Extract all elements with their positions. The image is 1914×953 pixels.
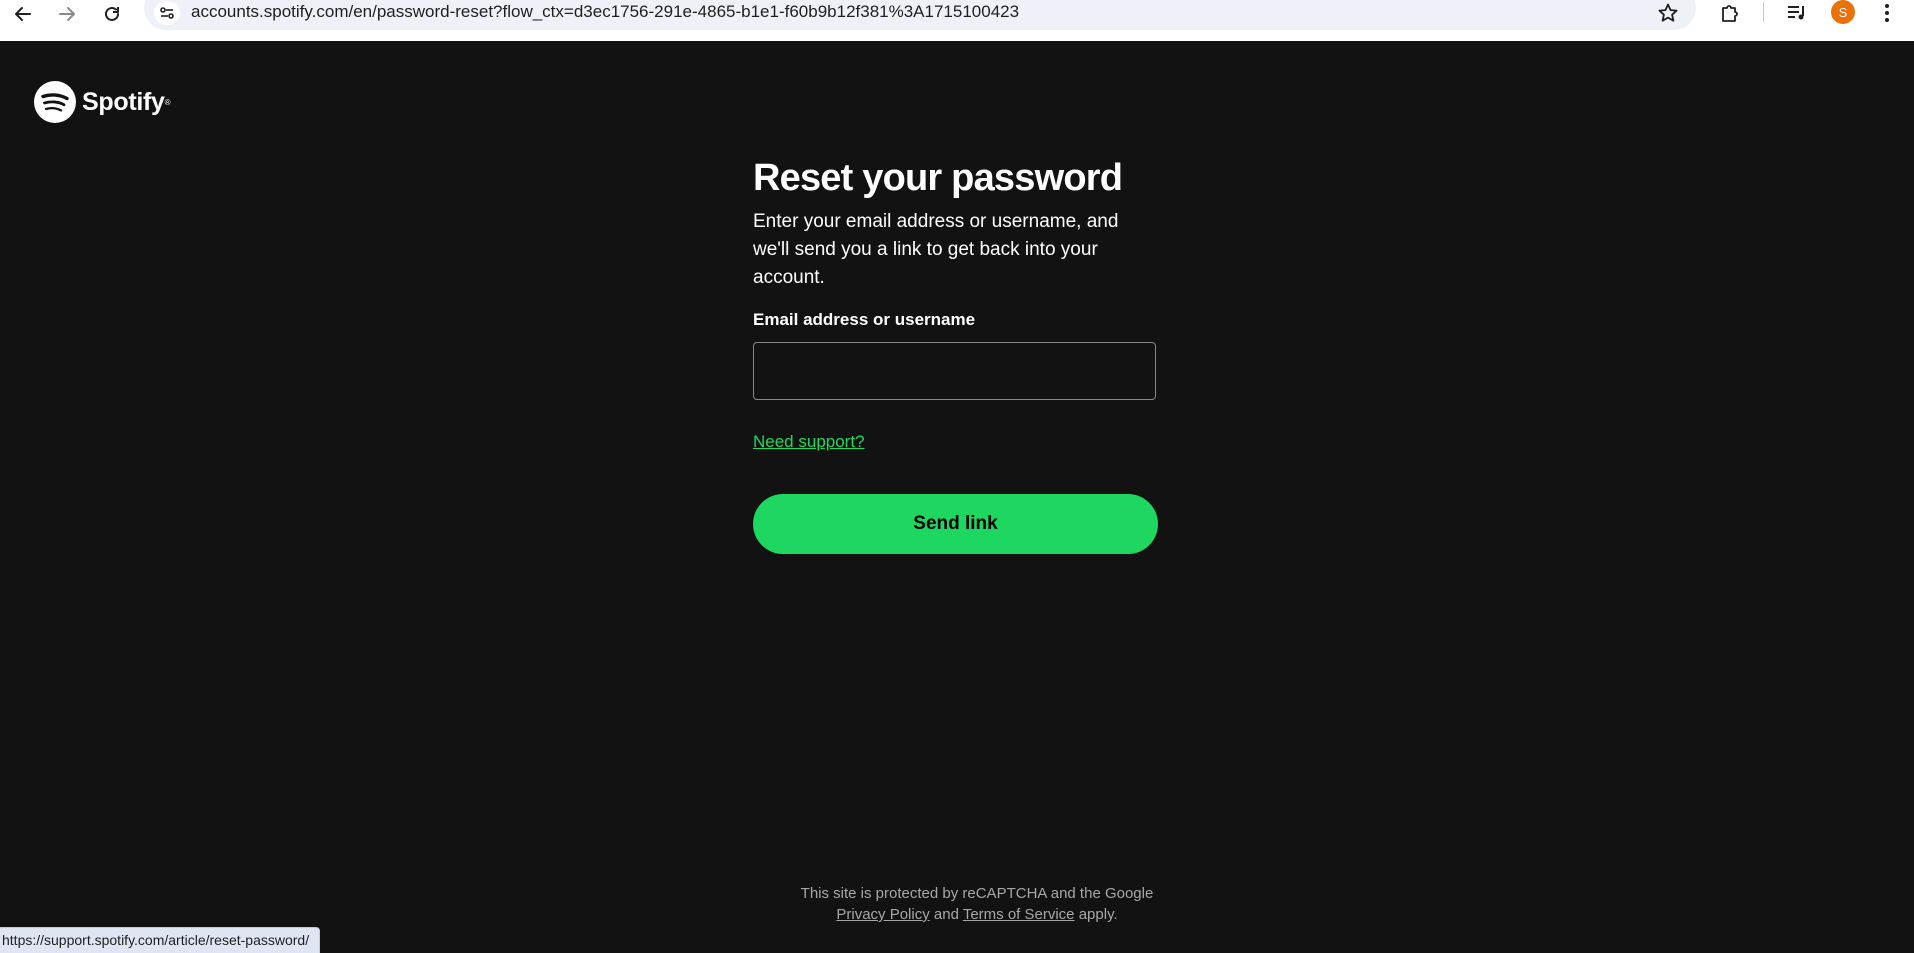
page-title: Reset your password	[753, 157, 1123, 199]
media-controls-button[interactable]	[1782, 0, 1812, 26]
bookmark-button[interactable]	[1653, 0, 1683, 26]
recaptcha-notice-line1: This site is protected by reCAPTCHA and …	[800, 885, 1154, 902]
reset-password-form: Reset your password Enter your email add…	[753, 150, 1158, 554]
spotify-logo[interactable]: Spotify ®	[34, 81, 171, 123]
url-text[interactable]: accounts.spotify.com/en/password-reset?f…	[191, 2, 1019, 22]
recaptcha-notice-line2: Privacy Policy and Terms of Service appl…	[40, 904, 1914, 925]
site-settings-icon	[160, 7, 174, 19]
status-bar-url: https://support.spotify.com/article/rese…	[0, 927, 321, 953]
bookmark-star-icon	[1658, 3, 1678, 22]
email-username-input[interactable]	[753, 342, 1156, 400]
back-arrow-icon	[15, 7, 31, 21]
page-description: Enter your email address or username, an…	[753, 211, 1119, 288]
toolbar-divider	[1763, 2, 1764, 22]
reload-button[interactable]	[95, 1, 129, 27]
media-controls-icon	[1788, 6, 1804, 20]
reload-icon	[105, 6, 119, 21]
terms-of-service-link[interactable]: Terms of Service	[963, 906, 1075, 923]
trademark-symbol: ®	[164, 97, 171, 107]
recaptcha-notice: This site is protected by reCAPTCHA and …	[0, 883, 1914, 925]
forward-arrow-icon	[59, 7, 75, 21]
and-text: and	[933, 906, 959, 923]
spotify-wordmark: Spotify	[82, 87, 165, 116]
send-link-button[interactable]: Send link	[753, 494, 1158, 554]
browser-toolbar: accounts.spotify.com/en/password-reset?f…	[0, 0, 1914, 41]
profile-avatar[interactable]: S	[1831, 0, 1855, 24]
extensions-button[interactable]	[1715, 0, 1745, 26]
site-settings-button[interactable]	[154, 1, 180, 25]
back-button[interactable]	[6, 1, 40, 27]
more-vert-icon	[1885, 4, 1889, 22]
browser-menu-button[interactable]	[1872, 0, 1902, 26]
forward-button[interactable]	[50, 1, 84, 27]
spotify-icon	[34, 81, 76, 123]
need-support-link[interactable]: Need support?	[753, 432, 865, 452]
apply-text: apply.	[1078, 906, 1118, 923]
privacy-policy-link[interactable]: Privacy Policy	[836, 906, 929, 923]
email-field-label: Email address or username	[753, 310, 976, 329]
extensions-icon	[1722, 5, 1738, 22]
